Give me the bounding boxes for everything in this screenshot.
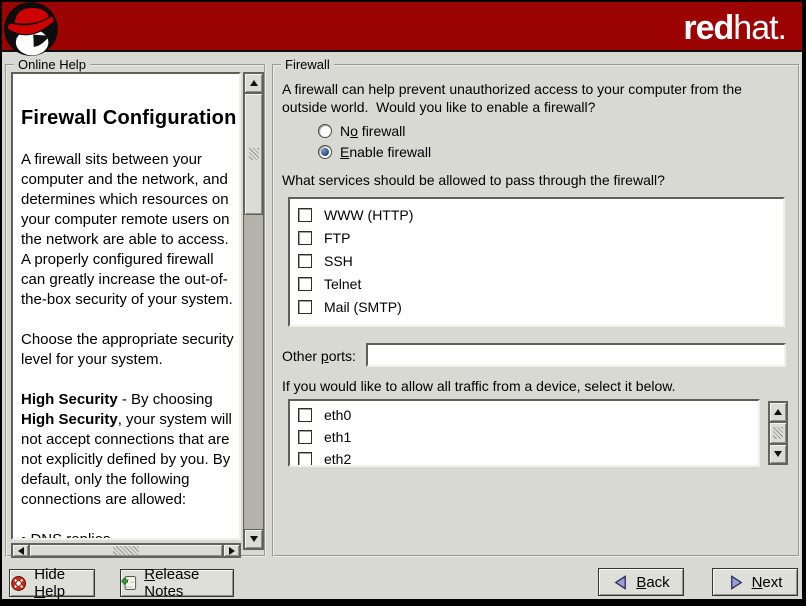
scrollbar-thumb[interactable] [244,93,263,215]
header-banner: redhat. [2,2,802,52]
radio-button-icon[interactable] [318,124,332,138]
service-label: Telnet [324,276,361,292]
checkbox-icon[interactable] [298,408,312,422]
button-label: Next [752,574,783,591]
checkbox-icon[interactable] [298,430,312,444]
radio-label: No firewall [340,123,405,139]
firewall-frame-label: Firewall [281,57,334,72]
arrow-up-icon [250,80,258,86]
device-row-eth0[interactable]: eth0 [298,404,758,426]
help-paragraph: Choose the appropriate security level fo… [21,330,237,370]
radio-enable-firewall[interactable]: Enable firewall [318,143,431,161]
wordmark-hat: hat. [733,9,786,47]
online-help-frame: Online Help Firewall Configuration A fir… [5,64,266,557]
device-vertical-scrollbar[interactable] [768,401,788,465]
button-label: Hide Help [34,566,94,600]
window-border [0,599,806,606]
device-label: eth0 [324,407,351,423]
device-label: eth2 [324,451,351,467]
service-label: SSH [324,253,353,269]
service-label: Mail (SMTP) [324,299,402,315]
help-text-viewport: Firewall Configuration A firewall sits b… [11,72,241,540]
radio-no-firewall[interactable]: No firewall [318,122,405,140]
firewall-intro-text: A firewall can help prevent unauthorized… [282,80,790,116]
window-border [0,0,2,606]
checkbox-icon[interactable] [298,277,312,291]
scroll-right-button[interactable] [223,544,240,557]
checkbox-icon[interactable] [298,300,312,314]
redhat-wordmark: redhat. [683,11,786,45]
back-button[interactable]: Back [598,568,684,596]
scroll-down-button[interactable] [244,529,263,549]
arrow-left-icon [18,547,24,555]
scrollbar-thumb[interactable] [769,422,787,444]
device-row-eth1[interactable]: eth1 [298,426,758,448]
service-row-ftp[interactable]: FTP [298,226,783,249]
radio-button-selected-icon[interactable] [318,145,332,159]
button-label: Release Notes [144,566,233,600]
help-horizontal-scrollbar[interactable] [11,543,241,558]
checkbox-icon[interactable] [298,452,312,466]
help-vertical-scrollbar[interactable] [243,72,264,550]
service-row-www[interactable]: WWW (HTTP) [298,203,783,226]
firewall-frame: Firewall A firewall can help prevent una… [272,64,800,557]
other-ports-input[interactable] [366,343,786,367]
arrow-right-icon [229,547,235,555]
checkbox-icon[interactable] [298,254,312,268]
service-label: FTP [324,230,350,246]
service-row-telnet[interactable]: Telnet [298,272,783,295]
help-paragraph: A firewall sits between your computer an… [21,150,237,310]
release-notes-button[interactable]: Release Notes [120,569,234,597]
help-paragraph: High Security - By choosing High Securit… [21,390,237,510]
service-row-mail[interactable]: Mail (SMTP) [298,295,783,318]
scroll-down-button[interactable] [769,444,787,464]
checkbox-icon[interactable] [298,208,312,222]
device-list: eth0 eth1 eth2 [288,399,760,467]
other-ports-label: Other ports: [282,347,356,365]
window-border [0,0,806,2]
scroll-left-button[interactable] [12,544,29,557]
radio-label: Enable firewall [340,144,431,160]
installer-window: redhat. Online Help Firewall Configurati… [0,0,806,606]
devices-question: If you would like to allow all traffic f… [282,377,675,395]
device-label: eth1 [324,429,351,445]
arrow-down-icon [774,451,782,457]
service-row-ssh[interactable]: SSH [298,249,783,272]
checkbox-icon[interactable] [298,231,312,245]
button-label: Back [636,574,669,591]
wordmark-red: red [683,9,733,47]
redhat-shadowman-logo-icon [3,1,59,57]
scroll-up-button[interactable] [244,73,263,93]
services-question: What services should be allowed to pass … [282,171,665,189]
next-button[interactable]: Next [712,568,798,596]
help-title: Firewall Configuration [21,106,237,130]
scroll-up-button[interactable] [769,402,787,422]
hide-help-button[interactable]: Hide Help [9,569,95,597]
online-help-frame-label: Online Help [14,57,90,72]
device-row-eth2[interactable]: eth2 [298,448,758,467]
window-border [802,0,806,606]
arrow-up-icon [774,409,782,415]
device-list-container: eth0 eth1 eth2 [288,399,788,467]
service-label: WWW (HTTP) [324,207,413,223]
scrollbar-thumb[interactable] [29,544,223,557]
services-list: WWW (HTTP) FTP SSH Telnet Mail (SMTP) [288,197,785,327]
lifebuoy-help-icon [10,574,27,593]
arrow-right-icon [728,574,745,591]
arrow-down-icon [250,536,258,542]
help-bullet-item: • DNS replies [21,530,237,540]
release-notes-page-icon [121,574,137,592]
arrow-left-icon [612,574,629,591]
